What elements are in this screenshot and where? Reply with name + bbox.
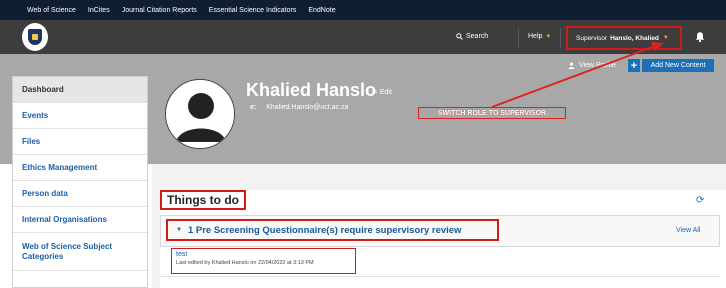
task-link[interactable]: test bbox=[176, 251, 351, 258]
header-divider bbox=[518, 28, 519, 48]
role-switcher[interactable]: Supervisor Hanslo, Khalied ▼ bbox=[566, 26, 682, 50]
user-icon bbox=[568, 62, 575, 69]
chevron-down-icon: ▼ bbox=[662, 35, 669, 41]
sidebar-item-wos-subject-categories[interactable]: Web of Science Subject Categories bbox=[13, 233, 147, 271]
help-label: Help bbox=[528, 33, 543, 40]
profile-email: e: Khalied.Hanslo@uct.ac.za bbox=[250, 104, 348, 111]
university-crest-icon[interactable] bbox=[22, 23, 48, 51]
avatar bbox=[165, 79, 235, 149]
toplink-essential-science-indicators[interactable]: Essential Science Indicators bbox=[209, 7, 297, 14]
email-value: Khalied.Hanslo@uct.ac.za bbox=[266, 104, 349, 111]
task-item: test Last edited by Khalied Hanslo on 22… bbox=[171, 248, 356, 274]
bell-icon[interactable] bbox=[694, 31, 706, 43]
view-all-link[interactable]: View All bbox=[676, 227, 700, 234]
toplink-web-of-science[interactable]: Web of Science bbox=[27, 7, 76, 14]
search-icon bbox=[456, 33, 463, 40]
annotation-callout: SWITCH ROLE TO SUPERVISOR bbox=[418, 107, 566, 119]
sidebar-item-dashboard[interactable]: Dashboard bbox=[13, 77, 147, 103]
refresh-icon[interactable]: ⟳ bbox=[696, 195, 704, 206]
sidebar-nav: Dashboard Events Files Ethics Management… bbox=[12, 76, 148, 288]
header-divider bbox=[560, 28, 561, 48]
review-section-toggle[interactable]: ▼ 1 Pre Screening Questionnaire(s) requi… bbox=[166, 219, 499, 241]
toplink-endnote[interactable]: EndNote bbox=[308, 7, 335, 14]
main-header: Search Help ▼ Supervisor Hanslo, Khalied… bbox=[0, 20, 726, 54]
sidebar-item-internal-organisations[interactable]: Internal Organisations bbox=[13, 207, 147, 233]
help-menu[interactable]: Help ▼ bbox=[528, 33, 551, 40]
top-links-bar: Web of Science InCites Journal Citation … bbox=[0, 0, 726, 20]
view-profile-label: View Profile bbox=[579, 62, 616, 69]
pencil-icon: ✎ bbox=[372, 89, 378, 96]
email-label: e: bbox=[250, 104, 257, 111]
review-section-title: 1 Pre Screening Questionnaire(s) require… bbox=[187, 224, 462, 236]
sidebar-item-person-data[interactable]: Person data bbox=[13, 181, 147, 207]
task-meta: Last edited by Khalied Hanslo on 22/04/2… bbox=[176, 260, 314, 266]
search-label: Search bbox=[466, 33, 489, 40]
chevron-down-icon: ▼ bbox=[176, 227, 182, 233]
role-prefix: Supervisor bbox=[576, 34, 608, 42]
things-to-do-heading: Things to do bbox=[160, 190, 246, 210]
profile-name: Khalied Hanslo bbox=[246, 80, 377, 100]
toplink-incites[interactable]: InCites bbox=[88, 7, 110, 14]
sidebar-item-files[interactable]: Files bbox=[13, 129, 147, 155]
plus-icon[interactable]: + bbox=[628, 59, 640, 72]
add-new-content-button[interactable]: Add New Content bbox=[642, 59, 714, 72]
edit-profile-link[interactable]: ✎ Edit bbox=[372, 88, 392, 97]
view-profile-link[interactable]: View Profile bbox=[568, 62, 616, 69]
divider bbox=[160, 276, 720, 277]
role-user-name: Hanslo, Khalied bbox=[610, 34, 659, 42]
search-button[interactable]: Search bbox=[456, 33, 488, 40]
sidebar-item-ethics-management[interactable]: Ethics Management bbox=[13, 155, 147, 181]
toplink-journal-citation-reports[interactable]: Journal Citation Reports bbox=[122, 7, 197, 14]
sidebar-item-events[interactable]: Events bbox=[13, 103, 147, 129]
chevron-down-icon: ▼ bbox=[545, 33, 552, 40]
edit-label: Edit bbox=[379, 88, 392, 96]
user-silhouette-icon bbox=[166, 80, 234, 148]
